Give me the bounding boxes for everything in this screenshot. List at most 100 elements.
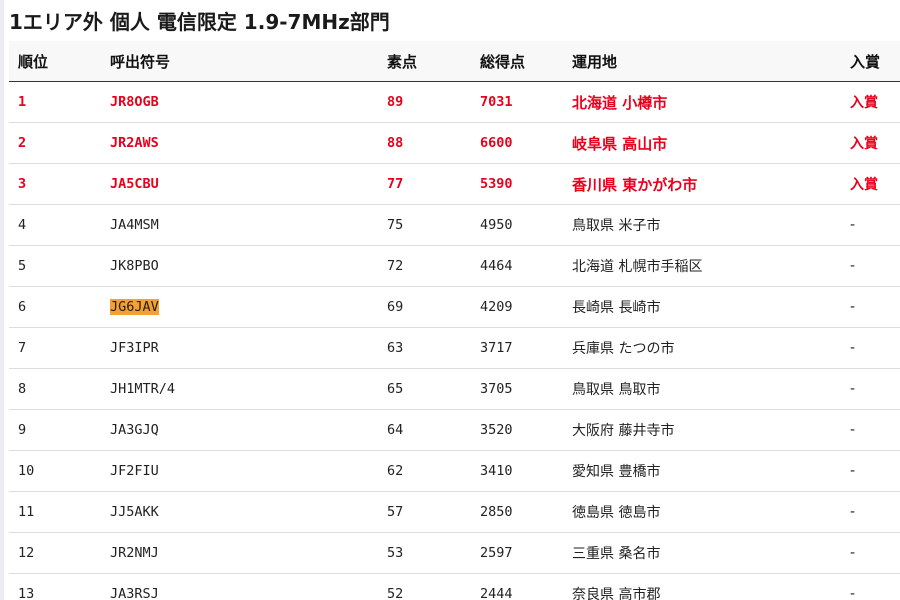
- award-cell: -: [841, 245, 900, 287]
- award-cell: -: [841, 532, 900, 574]
- column-header-location: 運用地: [563, 41, 841, 82]
- award-cell: -: [841, 204, 900, 246]
- award-cell: -: [841, 368, 900, 410]
- total-score-cell: 4950: [471, 204, 563, 246]
- award-cell: 入賞: [841, 163, 900, 205]
- total-score-cell: 3410: [471, 450, 563, 492]
- rank-cell: 3: [9, 163, 101, 205]
- table-row: 11 JJ5AKK 57 2850 徳島県 徳島市 -: [9, 491, 900, 533]
- raw-score-cell: 89: [378, 81, 471, 123]
- raw-score-cell: 77: [378, 163, 471, 205]
- location-cell: 北海道 小樽市: [563, 81, 841, 123]
- callsign-cell: JJ5AKK: [101, 491, 378, 533]
- award-cell: -: [841, 450, 900, 492]
- table-row: 12 JR2NMJ 53 2597 三重県 桑名市 -: [9, 532, 900, 574]
- rank-cell: 2: [9, 122, 101, 164]
- table-row: 9 JA3GJQ 64 3520 大阪府 藤井寺市 -: [9, 409, 900, 451]
- callsign-cell: JR8OGB: [101, 81, 378, 123]
- results-table: 順位 呼出符号 素点 総得点 運用地 入賞 1 JR8OGB 89 7031 北海道 小…: [9, 41, 900, 600]
- total-score-cell: 3705: [471, 368, 563, 410]
- rank-cell: 10: [9, 450, 101, 492]
- raw-score-cell: 69: [378, 286, 471, 328]
- table-row: 13 JA3RSJ 52 2444 奈良県 高市郡 -: [9, 573, 900, 600]
- table-body: 1 JR8OGB 89 7031 北海道 小樽市 入賞 2 JR2AWS 88 6600 岐阜県 高…: [9, 81, 900, 600]
- table-row: 8 JH1MTR/4 65 3705 鳥取県 鳥取市 -: [9, 368, 900, 410]
- column-header-total-score: 総得点: [471, 41, 563, 82]
- location-cell: 長崎県 長崎市: [563, 286, 841, 328]
- table-row: 10 JF2FIU 62 3410 愛知県 豊橋市 -: [9, 450, 900, 492]
- callsign-cell: JA4MSM: [101, 204, 378, 246]
- award-cell: -: [841, 327, 900, 369]
- raw-score-cell: 53: [378, 532, 471, 574]
- total-score-cell: 5390: [471, 163, 563, 205]
- total-score-cell: 4209: [471, 286, 563, 328]
- rank-cell: 5: [9, 245, 101, 287]
- award-cell: -: [841, 491, 900, 533]
- table-row: 2 JR2AWS 88 6600 岐阜県 高山市 入賞: [9, 122, 900, 164]
- raw-score-cell: 57: [378, 491, 471, 533]
- location-cell: 北海道 札幌市手稲区: [563, 245, 841, 287]
- rank-cell: 8: [9, 368, 101, 410]
- highlighted-callsign: JG6JAV: [110, 299, 159, 315]
- column-header-rank: 順位: [9, 41, 101, 82]
- callsign-cell: JA3GJQ: [101, 409, 378, 451]
- table-row: 3 JA5CBU 77 5390 香川県 東かがわ市 入賞: [9, 163, 900, 205]
- raw-score-cell: 62: [378, 450, 471, 492]
- callsign-cell: JF3IPR: [101, 327, 378, 369]
- column-header-callsign: 呼出符号: [101, 41, 378, 82]
- total-score-cell: 4464: [471, 245, 563, 287]
- header-row: 順位 呼出符号 素点 総得点 運用地 入賞: [9, 41, 900, 82]
- callsign-cell: JF2FIU: [101, 450, 378, 492]
- column-header-raw-score: 素点: [378, 41, 471, 82]
- location-cell: 兵庫県 たつの市: [563, 327, 841, 369]
- results-page: 1エリア外 個人 電信限定 1.9-7MHz部門 順位 呼出符号 素点 総得点 …: [0, 0, 900, 600]
- table-row: 4 JA4MSM 75 4950 鳥取県 米子市 -: [9, 204, 900, 246]
- total-score-cell: 3717: [471, 327, 563, 369]
- rank-cell: 6: [9, 286, 101, 328]
- table-row: 6 JG6JAV 69 4209 長崎県 長崎市 -: [9, 286, 900, 328]
- raw-score-cell: 88: [378, 122, 471, 164]
- total-score-cell: 2597: [471, 532, 563, 574]
- page-title: 1エリア外 個人 電信限定 1.9-7MHz部門: [9, 10, 390, 34]
- location-cell: 鳥取県 米子市: [563, 204, 841, 246]
- location-cell: 岐阜県 高山市: [563, 122, 841, 164]
- award-cell: -: [841, 286, 900, 328]
- callsign-cell: JA5CBU: [101, 163, 378, 205]
- raw-score-cell: 52: [378, 573, 471, 600]
- rank-cell: 13: [9, 573, 101, 600]
- table-row: 7 JF3IPR 63 3717 兵庫県 たつの市 -: [9, 327, 900, 369]
- rank-cell: 11: [9, 491, 101, 533]
- rank-cell: 4: [9, 204, 101, 246]
- raw-score-cell: 75: [378, 204, 471, 246]
- location-cell: 奈良県 高市郡: [563, 573, 841, 600]
- callsign-cell: JK8PBO: [101, 245, 378, 287]
- rank-cell: 9: [9, 409, 101, 451]
- table-row: 1 JR8OGB 89 7031 北海道 小樽市 入賞: [9, 81, 900, 123]
- callsign-cell: JH1MTR/4: [101, 368, 378, 410]
- total-score-cell: 6600: [471, 122, 563, 164]
- rank-cell: 1: [9, 81, 101, 123]
- location-cell: 徳島県 徳島市: [563, 491, 841, 533]
- callsign-cell: JR2NMJ: [101, 532, 378, 574]
- rank-cell: 7: [9, 327, 101, 369]
- callsign-cell: JR2AWS: [101, 122, 378, 164]
- raw-score-cell: 64: [378, 409, 471, 451]
- total-score-cell: 7031: [471, 81, 563, 123]
- award-cell: 入賞: [841, 81, 900, 123]
- callsign-cell: JA3RSJ: [101, 573, 378, 600]
- location-cell: 愛知県 豊橋市: [563, 450, 841, 492]
- location-cell: 鳥取県 鳥取市: [563, 368, 841, 410]
- award-cell: -: [841, 409, 900, 451]
- raw-score-cell: 63: [378, 327, 471, 369]
- total-score-cell: 3520: [471, 409, 563, 451]
- total-score-cell: 2850: [471, 491, 563, 533]
- rank-cell: 12: [9, 532, 101, 574]
- location-cell: 三重県 桑名市: [563, 532, 841, 574]
- table-row: 5 JK8PBO 72 4464 北海道 札幌市手稲区 -: [9, 245, 900, 287]
- location-cell: 大阪府 藤井寺市: [563, 409, 841, 451]
- raw-score-cell: 72: [378, 245, 471, 287]
- total-score-cell: 2444: [471, 573, 563, 600]
- table-header: 順位 呼出符号 素点 総得点 運用地 入賞: [9, 41, 900, 82]
- callsign-cell: JG6JAV: [101, 286, 378, 328]
- column-header-award: 入賞: [841, 41, 900, 82]
